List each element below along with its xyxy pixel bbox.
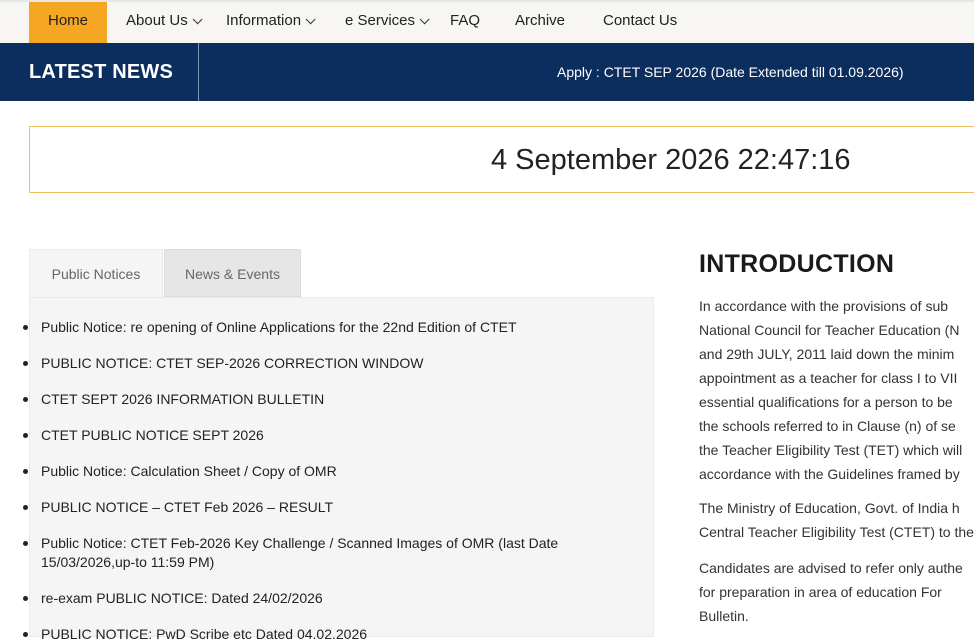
tab-news-events[interactable]: News & Events bbox=[164, 249, 301, 297]
nav-home[interactable]: Home bbox=[29, 2, 107, 43]
nav-information[interactable]: Information bbox=[226, 2, 316, 43]
intro-line: In accordance with the provisions of sub bbox=[699, 298, 949, 314]
intro-line: the Teacher Eligibility Test (TET) which… bbox=[699, 442, 963, 458]
nav-contact-us[interactable]: Contact Us bbox=[603, 2, 677, 43]
notice-item[interactable]: Public Notice: Calculation Sheet / Copy … bbox=[23, 462, 601, 481]
intro-line: The Ministry of Education, Govt. of Indi… bbox=[699, 500, 960, 516]
tab-public-notices[interactable]: Public Notices bbox=[29, 249, 163, 297]
intro-paragraph-2: The Ministry of Education, Govt. of Indi… bbox=[699, 496, 974, 544]
introduction-heading: INTRODUCTION bbox=[699, 250, 895, 278]
notice-line: 15/03/2026,up-to 11:59 PM) bbox=[41, 554, 215, 570]
nav-faq[interactable]: FAQ bbox=[450, 2, 480, 43]
latest-news-bar: LATEST NEWS Apply : CTET SEP 2026 (Date … bbox=[0, 43, 974, 101]
nav-information-label: Information bbox=[226, 12, 302, 29]
news-ticker-link[interactable]: Apply : CTET SEP 2026 (Date Extended til… bbox=[557, 43, 904, 101]
top-nav: Home About Us Information e Services FAQ… bbox=[0, 0, 974, 43]
intro-line: Central Teacher Eligibility Test (CTET) … bbox=[699, 524, 974, 540]
notice-item[interactable]: Public Notice: re opening of Online Appl… bbox=[23, 318, 601, 337]
nav-about-us-label: About Us bbox=[126, 12, 188, 29]
intro-paragraph-1: In accordance with the provisions of sub… bbox=[699, 294, 974, 486]
notice-item[interactable]: Public Notice: CTET Feb-2026 Key Challen… bbox=[23, 534, 601, 572]
intro-paragraph-3: Candidates are advised to refer only aut… bbox=[699, 556, 974, 628]
intro-line: National Council for Teacher Education (… bbox=[699, 322, 960, 338]
latest-news-title: LATEST NEWS bbox=[29, 61, 174, 83]
chevron-down-icon bbox=[192, 14, 203, 25]
notice-item[interactable]: CTET PUBLIC NOTICE SEPT 2026 bbox=[23, 426, 601, 445]
intro-line: and 29th JULY, 2011 laid down the minim bbox=[699, 346, 955, 362]
chevron-down-icon bbox=[305, 14, 316, 25]
notice-item[interactable]: re-exam PUBLIC NOTICE: Dated 24/02/2026 bbox=[23, 589, 601, 608]
nav-e-services[interactable]: e Services bbox=[345, 2, 430, 43]
chevron-down-icon bbox=[419, 14, 430, 25]
intro-line: for preparation in area of education For bbox=[699, 584, 942, 600]
intro-line: appointment as a teacher for class I to … bbox=[699, 370, 958, 386]
nav-archive[interactable]: Archive bbox=[515, 2, 565, 43]
notice-line: Public Notice: CTET Feb-2026 Key Challen… bbox=[41, 535, 559, 551]
nav-e-services-label: e Services bbox=[345, 12, 416, 29]
notice-item[interactable]: PUBLIC NOTICE: CTET SEP-2026 CORRECTION … bbox=[23, 354, 601, 373]
news-divider bbox=[198, 43, 199, 101]
nav-about-us[interactable]: About Us bbox=[126, 2, 203, 43]
intro-line: Bulletin. bbox=[699, 608, 749, 624]
current-datetime: 4 September 2026 22:47:16 bbox=[491, 144, 851, 176]
notice-item[interactable]: PUBLIC NOTICE – CTET Feb 2026 – RESULT bbox=[23, 498, 601, 517]
clock-box: 4 September 2026 22:47:16 bbox=[29, 126, 974, 193]
intro-line: essential qualifications for a person to… bbox=[699, 394, 953, 410]
intro-line: Candidates are advised to refer only aut… bbox=[699, 560, 963, 576]
notice-item[interactable]: CTET SEPT 2026 INFORMATION BULLETIN bbox=[23, 390, 601, 409]
notice-item[interactable]: PUBLIC NOTICE: PwD Scribe etc Dated 04.0… bbox=[23, 625, 601, 644]
intro-line: accordance with the Guidelines framed by bbox=[699, 466, 960, 482]
intro-line: the schools referred to in Clause (n) of… bbox=[699, 418, 956, 434]
